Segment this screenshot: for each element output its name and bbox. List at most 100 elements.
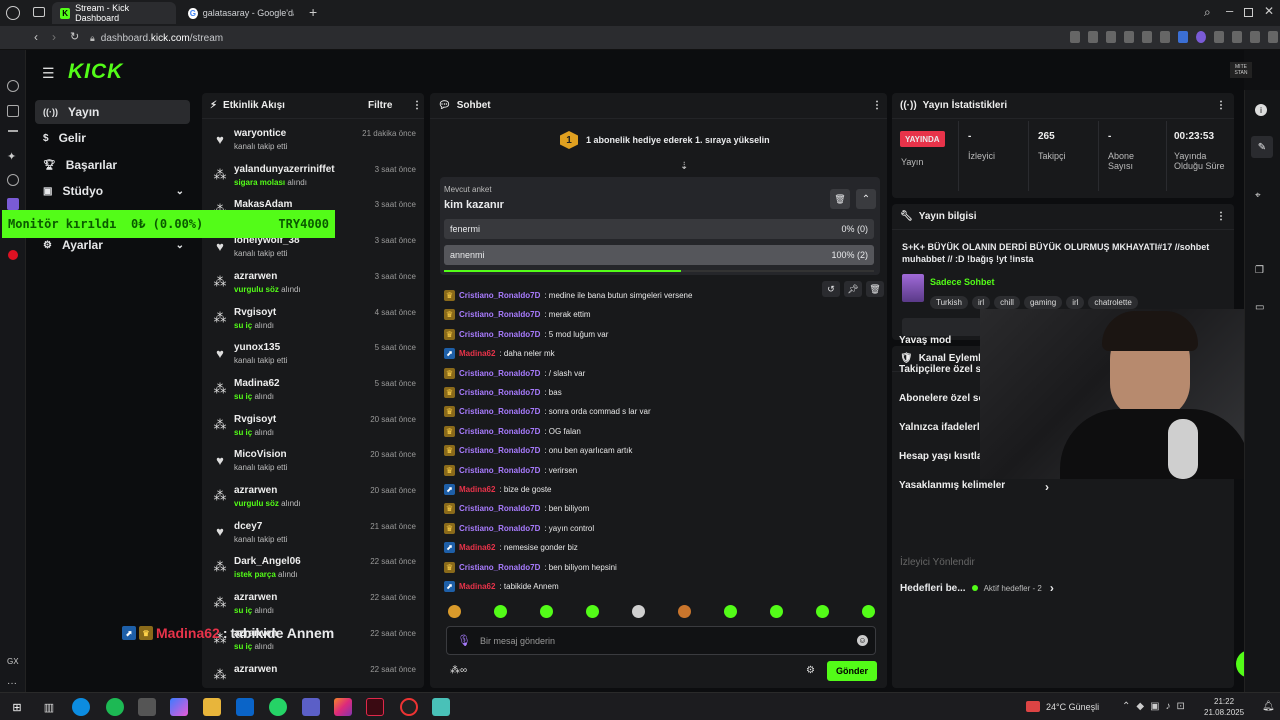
clock-date[interactable]: 21.08.2025 [1204, 708, 1244, 717]
activity-event[interactable]: ♥ waryontice kanalı takip etti 21 dakika ön… [202, 125, 424, 161]
file-explorer-icon[interactable] [203, 698, 221, 716]
chat-username[interactable]: Cristiano_Ronaldo7D [459, 369, 540, 378]
instagram-icon[interactable] [334, 698, 352, 716]
copy-icon[interactable]: ❐ [1255, 265, 1264, 276]
sidebar-icon[interactable]: ✦ [7, 150, 16, 163]
start-icon[interactable]: ⊞ [8, 698, 26, 716]
info-icon[interactable]: i [1255, 104, 1267, 116]
opera-gx-icon[interactable] [366, 698, 384, 716]
reload-icon[interactable]: ↻ [70, 30, 79, 43]
chat-message[interactable]: ♛ Cristiano_Ronaldo7D: 5 mod luğum var [444, 328, 608, 340]
delete-icon[interactable]: 🗑︎ [866, 281, 884, 297]
moderation-row[interactable]: Abonelere özel so [899, 393, 985, 404]
activity-event[interactable]: ⁂ yalandunyazerriniffet sigara molası alın… [202, 161, 424, 197]
chat-message[interactable]: ⬈ Madina62: daha neler mk [444, 348, 555, 360]
activity-event[interactable]: ♥ yunox135 kanalı takip etti 5 saat önce [202, 339, 424, 375]
more-options-icon[interactable]: ⋮ [872, 100, 882, 111]
scroll-down-icon[interactable]: ⇣ [680, 161, 688, 172]
crop-icon[interactable]: ⌖ [1255, 190, 1261, 201]
emote-icon[interactable] [586, 605, 599, 618]
stream-tag[interactable]: chill [994, 296, 1020, 309]
reply-icon[interactable]: ↺ [822, 281, 840, 297]
chat-message[interactable]: ♛ Cristiano_Ronaldo7D: onu ben ayarlıcam … [444, 445, 632, 457]
extension-icon[interactable] [1214, 31, 1224, 43]
tab-google[interactable]: G galatasaray - Google'da A [180, 2, 302, 24]
kick-logo[interactable]: KICK [68, 60, 123, 84]
download-icon[interactable] [1268, 31, 1278, 43]
sidebar-icon[interactable] [7, 198, 19, 210]
extension-icon[interactable] [1178, 31, 1188, 43]
activity-event[interactable]: ⁂ azrarwen su iç alındı 22 saat önce [202, 589, 424, 625]
chat-message[interactable]: ♛ Cristiano_Ronaldo7D: merak ettim [444, 309, 591, 321]
sidebar-item-gelir[interactable]: $ Gelir [35, 126, 190, 150]
chat-settings-icon[interactable]: ⚙ [806, 665, 815, 676]
sidebar-icon[interactable] [7, 174, 19, 186]
sidebar-icon[interactable] [7, 105, 19, 117]
extension-icon[interactable] [1106, 31, 1116, 43]
pin-icon[interactable]: 📌︎ [844, 281, 862, 297]
forward-icon[interactable]: › [52, 30, 56, 44]
chat-username[interactable]: Madina62 [459, 485, 495, 494]
stream-tag[interactable]: irl [1066, 296, 1085, 309]
goals-row[interactable]: Hedefleri be... Aktif hedefler - 2 › [900, 581, 1054, 595]
emote-icon[interactable] [448, 605, 461, 618]
sidebar-icon[interactable]: GX [7, 657, 19, 666]
chat-username[interactable]: Cristiano_Ronaldo7D [459, 504, 540, 513]
extension-icon[interactable] [1124, 31, 1134, 43]
chat-message[interactable]: ⬈ Madina62: tabikide Annem [444, 581, 559, 592]
chat-username[interactable]: Cristiano_Ronaldo7D [459, 291, 540, 300]
weather-text[interactable]: 24°C Güneşli [1046, 702, 1099, 712]
hamburger-menu-icon[interactable]: ☰ [42, 65, 55, 82]
task-view-icon[interactable]: ▥ [40, 698, 58, 716]
chat-message[interactable]: ♛ Cristiano_Ronaldo7D: medine ile bana bu… [444, 290, 692, 301]
chat-username[interactable]: Madina62 [459, 349, 495, 358]
notifications-icon[interactable]: 🔔︎ [1262, 701, 1275, 712]
stream-tag[interactable]: chatrolette [1088, 296, 1138, 309]
minimize-icon[interactable]: – [1226, 3, 1233, 18]
tray-icons[interactable]: ⌃◆▣♪⊡ [1122, 701, 1191, 712]
back-icon[interactable]: ‹ [34, 30, 38, 44]
chat-username[interactable]: Cristiano_Ronaldo7D [459, 310, 540, 319]
sidebar-icon[interactable] [7, 80, 19, 92]
sidebar-more-icon[interactable]: ··· [7, 678, 17, 689]
chat-username[interactable]: Cristiano_Ronaldo7D [459, 524, 540, 533]
browser-logo-icon[interactable] [6, 6, 20, 20]
emote-icon[interactable] [632, 605, 645, 618]
gift-sub-banner[interactable]: 1 1 abonelik hediye ederek 1. sıraya yük… [560, 131, 770, 149]
edge-icon[interactable] [72, 698, 90, 716]
app-icon[interactable] [432, 698, 450, 716]
extension-icon[interactable] [1070, 31, 1080, 43]
chat-username[interactable]: Cristiano_Ronaldo7D [459, 407, 540, 416]
sidebar-icon[interactable] [8, 250, 18, 260]
chat-message[interactable]: ♛ Cristiano_Ronaldo7D: verirsen [444, 464, 577, 476]
teams-icon[interactable] [302, 698, 320, 716]
category-name[interactable]: Sadece Sohbet [930, 277, 995, 287]
extension-icon[interactable] [1232, 31, 1242, 43]
sidebar-item-yayin[interactable]: ((·)) Yayın [35, 100, 190, 124]
more-options-icon[interactable]: ⋮ [1216, 100, 1226, 111]
chat-username[interactable]: Cristiano_Ronaldo7D [459, 446, 540, 455]
emote-icon[interactable] [540, 605, 553, 618]
chat-message[interactable]: ♛ Cristiano_Ronaldo7D: ben biliyom hepsin… [444, 561, 617, 573]
activity-event[interactable]: ♥ MicoVision kanalı takip etti 20 saat önce [202, 446, 424, 482]
emote-icon[interactable] [678, 605, 691, 618]
chat-toggle-icon[interactable]: ▭ [1255, 302, 1264, 313]
search-tabs-icon[interactable]: ⌕ [1204, 5, 1211, 20]
chat-input[interactable]: 🎙︎ Bir mesaj gönderin ☺ [446, 626, 876, 655]
tab-kick-dashboard[interactable]: K Stream - Kick Dashboard [52, 2, 176, 24]
clock-time[interactable]: 21:22 [1214, 697, 1234, 706]
activity-event[interactable]: ⁂ azrarwen vurgulu söz alındı 20 saat önce [202, 482, 424, 518]
spotify-icon[interactable] [106, 698, 124, 716]
opera-icon[interactable] [400, 698, 418, 716]
poll-option[interactable]: fenermi 0% (0) [444, 219, 874, 239]
delete-poll-icon[interactable]: 🗑︎ [830, 189, 850, 209]
chat-message[interactable]: ♛ Cristiano_Ronaldo7D: ben biliyom [444, 503, 589, 515]
moderation-row[interactable]: Yavaş mod [899, 335, 951, 346]
chat-message[interactable]: ♛ Cristiano_Ronaldo7D: bas [444, 387, 562, 398]
points-icon[interactable]: ⁂∞ [450, 665, 467, 676]
calculator-icon[interactable] [138, 698, 156, 716]
sidebar-item-basarilar[interactable]: 🏆︎ Başarılar [35, 153, 190, 177]
chat-username[interactable]: Cristiano_Ronaldo7D [459, 563, 540, 572]
emote-icon[interactable] [770, 605, 783, 618]
chat-message[interactable]: ♛ Cristiano_Ronaldo7D: yayın control [444, 522, 594, 534]
